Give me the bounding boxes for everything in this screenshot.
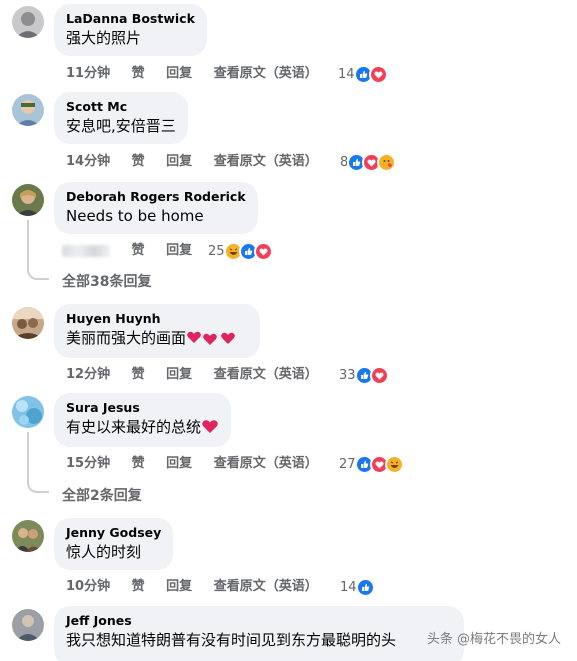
- comment-time[interactable]: 14分钟: [66, 152, 110, 172]
- watermark: 头条 @梅花不畏的女人: [426, 632, 561, 647]
- avatar[interactable]: [12, 396, 44, 428]
- comment-author[interactable]: LaDanna Bostwick: [66, 11, 195, 26]
- see-original-link[interactable]: 查看原文（英语）: [214, 577, 318, 597]
- avatar[interactable]: [12, 94, 44, 126]
- comment-text: 强大的照片: [66, 29, 142, 47]
- avatar[interactable]: [12, 520, 44, 552]
- comment-author[interactable]: Jeff Jones: [66, 613, 452, 628]
- comment-time[interactable]: 15分钟: [66, 454, 110, 474]
- like-button[interactable]: 赞: [132, 577, 145, 597]
- view-all-replies-link[interactable]: 全部38条回复: [62, 271, 151, 291]
- comment-actions: 赞 回复: [62, 241, 209, 261]
- love-reaction-icon: [253, 241, 273, 261]
- reactions-count: 33: [339, 367, 356, 383]
- comment-author[interactable]: Scott Mc: [66, 99, 176, 114]
- comment-author[interactable]: Sura Jesus: [66, 400, 219, 415]
- reply-button[interactable]: 回复: [166, 454, 192, 474]
- see-original-link[interactable]: 查看原文（英语）: [214, 64, 318, 84]
- reactions-summary[interactable]: 14: [338, 64, 388, 84]
- like-reaction-icon: [355, 577, 375, 597]
- like-button[interactable]: 赞: [132, 64, 145, 84]
- haha-reaction-icon: [384, 454, 404, 474]
- comment-bubble: LaDanna Bostwick 强大的照片: [54, 4, 207, 56]
- view-all-replies-link[interactable]: 全部2条回复: [62, 485, 142, 505]
- like-button[interactable]: 赞: [132, 241, 145, 261]
- reply-button[interactable]: 回复: [166, 577, 192, 597]
- thread-elbow: [27, 266, 49, 280]
- thread-elbow: [27, 479, 49, 493]
- comment-author[interactable]: Huyen Huynh: [66, 311, 248, 326]
- comment-author[interactable]: Deborah Rogers Roderick: [66, 189, 246, 204]
- hearts-emoji-icon: [186, 329, 248, 350]
- reactions-count: 27: [339, 456, 356, 472]
- see-original-link[interactable]: 查看原文（英语）: [214, 152, 318, 172]
- comment-text: Needs to be home: [66, 207, 204, 225]
- thread-line: [27, 432, 29, 479]
- love-reaction-icon: [369, 365, 389, 385]
- avatar[interactable]: [12, 307, 44, 339]
- comment-bubble: Huyen Huynh 美丽而强大的画面: [54, 304, 261, 358]
- comment-time[interactable]: 11分钟: [66, 64, 110, 84]
- comment-text: 安息吧,安倍晋三: [66, 117, 176, 135]
- comment-text-content: 有史以来最好的总统: [66, 418, 202, 436]
- comment-text: 美丽而强大的画面: [66, 328, 248, 350]
- comment-text-content: 美丽而强大的画面: [66, 329, 187, 347]
- reactions-summary[interactable]: 33: [339, 365, 389, 385]
- comment-bubble: Sura Jesus 有史以来最好的总统: [54, 393, 232, 447]
- comment-actions: 14分钟 赞 回复 查看原文（英语）: [66, 152, 318, 172]
- reactions-summary[interactable]: 25: [208, 241, 273, 261]
- avatar[interactable]: [12, 609, 44, 641]
- comment-bubble: Jeff Jones 我只想知道特朗普有没有时间见到东方最聪明的头: [54, 606, 464, 661]
- comment-actions: 12分钟 赞 回复 查看原文（英语）: [66, 365, 318, 385]
- comment-bubble: Jenny Godsey 惊人的时刻: [54, 518, 174, 570]
- comment-actions: 10分钟 赞 回复 查看原文（英语）: [66, 577, 318, 597]
- heart-emoji-icon: [201, 418, 219, 439]
- reactions-count: 14: [340, 579, 357, 595]
- reply-button[interactable]: 回复: [166, 64, 192, 84]
- like-button[interactable]: 赞: [132, 365, 145, 385]
- reactions-summary[interactable]: 14: [340, 577, 375, 597]
- comment-time[interactable]: 10分钟: [66, 577, 110, 597]
- comment-bubble: Scott Mc 安息吧,安倍晋三: [54, 92, 188, 144]
- reactions-count: 14: [338, 66, 355, 82]
- comment-text: 我只想知道特朗普有没有时间见到东方最聪明的头: [66, 631, 397, 649]
- love-reaction-icon: [368, 64, 388, 84]
- comment-time-blurred: [62, 244, 110, 257]
- reply-button[interactable]: 回复: [166, 241, 192, 261]
- comment-text: 有史以来最好的总统: [66, 417, 219, 439]
- comment-bubble: Deborah Rogers Roderick Needs to be home: [54, 182, 258, 234]
- reply-button[interactable]: 回复: [166, 365, 192, 385]
- comment-actions: 11分钟 赞 回复 查看原文（英语）: [66, 64, 318, 84]
- see-original-link[interactable]: 查看原文（英语）: [214, 454, 318, 474]
- see-original-link[interactable]: 查看原文（英语）: [214, 365, 318, 385]
- comment-actions: 15分钟 赞 回复 查看原文（英语）: [66, 454, 318, 474]
- reactions-summary[interactable]: 8: [340, 152, 397, 172]
- avatar[interactable]: [12, 184, 44, 216]
- like-button[interactable]: 赞: [132, 454, 145, 474]
- reply-button[interactable]: 回复: [166, 152, 192, 172]
- comment-author[interactable]: Jenny Godsey: [66, 525, 161, 540]
- comment-time[interactable]: 12分钟: [66, 365, 110, 385]
- comment-text: 惊人的时刻: [66, 543, 142, 561]
- reactions-summary[interactable]: 27: [339, 454, 404, 474]
- avatar[interactable]: [12, 6, 44, 38]
- reactions-count: 25: [208, 243, 225, 259]
- care-reaction-icon: [377, 152, 397, 172]
- thread-line: [27, 220, 29, 266]
- like-button[interactable]: 赞: [132, 152, 145, 172]
